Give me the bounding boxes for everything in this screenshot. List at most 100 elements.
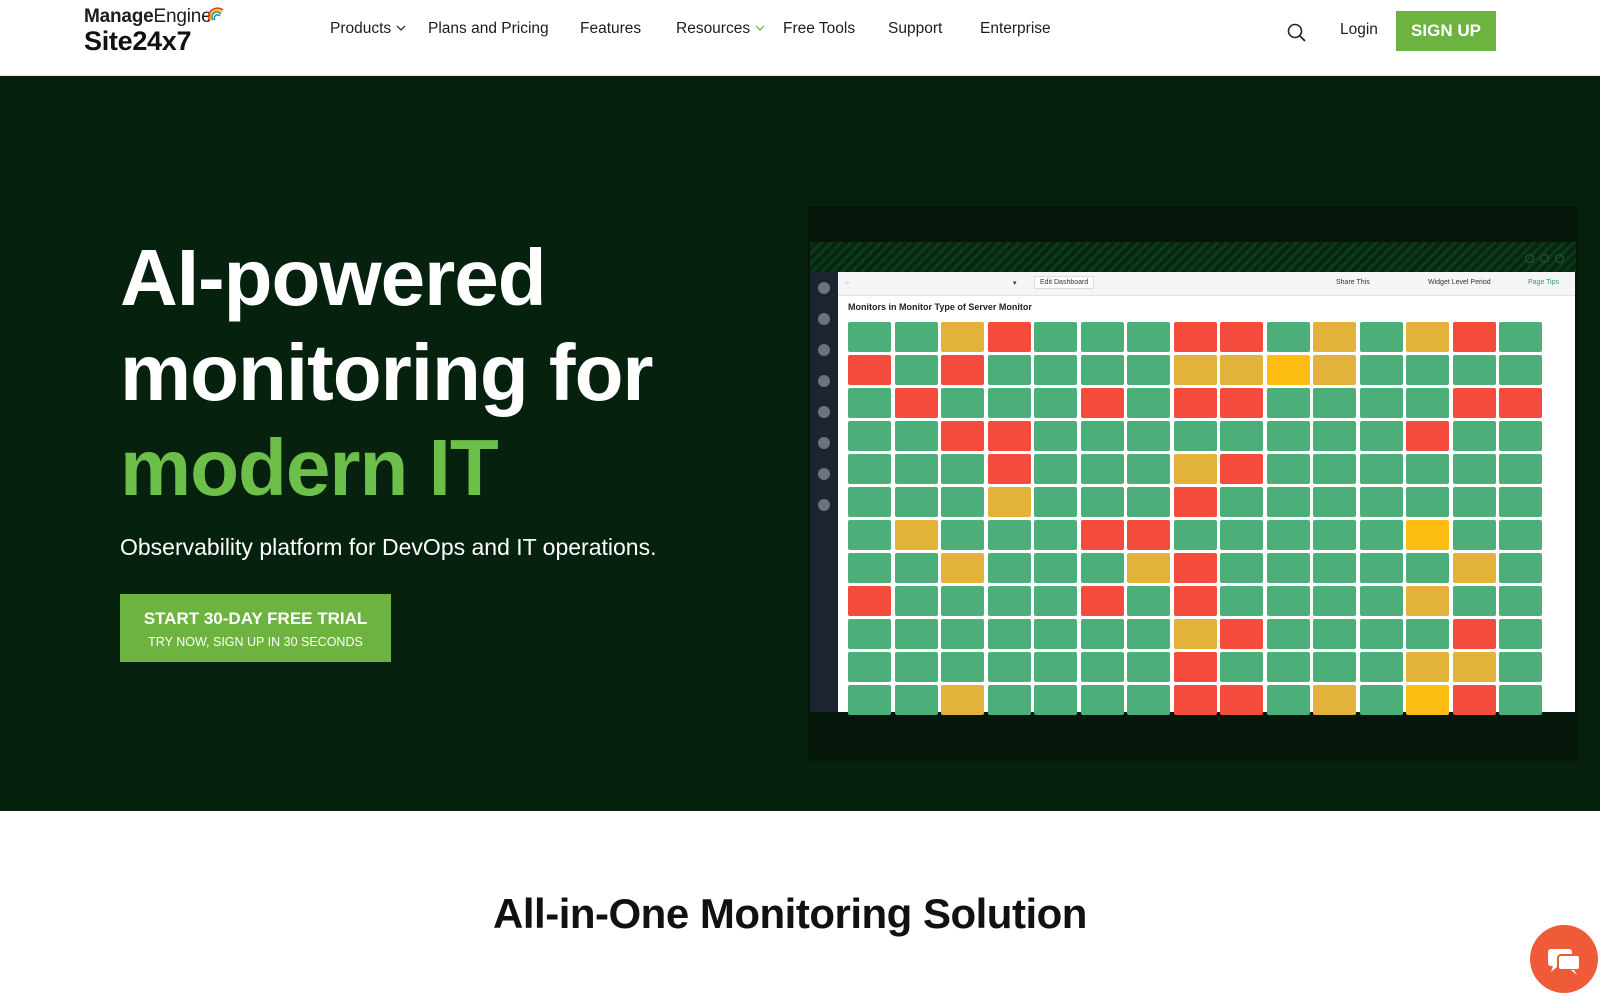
dashboard-toolbar: ← ▾ Edit Dashboard Share This Widget Lev… (838, 272, 1575, 296)
status-cell (1034, 388, 1077, 418)
status-cell (987, 652, 1031, 682)
status-cell (1266, 487, 1310, 517)
chat-button[interactable] (1530, 925, 1598, 993)
nav-free-tools[interactable]: Free Tools (783, 20, 855, 38)
dropdown-caret-icon: ▾ (1013, 280, 1017, 287)
status-cell (1220, 421, 1263, 451)
nav-plans-and-pricing[interactable]: Plans and Pricing (428, 20, 549, 38)
status-cell (1266, 619, 1310, 649)
status-cell (1080, 388, 1124, 418)
status-cell (1173, 421, 1217, 451)
status-cell (1406, 685, 1449, 715)
status-cell (1452, 388, 1496, 418)
status-cell (1313, 553, 1356, 583)
hero-title: AI-powered monitoring for modern IT (120, 233, 654, 512)
status-cell (987, 685, 1031, 715)
status-cell (1034, 421, 1077, 451)
status-cell (1499, 520, 1542, 550)
status-cell (1034, 619, 1077, 649)
nav-resources[interactable]: Resources (676, 20, 765, 38)
status-cell (1220, 388, 1263, 418)
status-cell (941, 454, 984, 484)
status-cell (848, 520, 891, 550)
status-cell (941, 619, 984, 649)
status-cell (1359, 619, 1403, 649)
status-cell (987, 619, 1031, 649)
site24x7-logo[interactable]: ManageEngine Site24x7 (84, 6, 224, 57)
status-cell (1034, 553, 1077, 583)
status-cell (1452, 520, 1496, 550)
share-label: Share This (1336, 279, 1370, 286)
section-title: All-in-One Monitoring Solution (493, 890, 1087, 937)
status-cell (1359, 487, 1403, 517)
widget-title: Monitors in Monitor Type of Server Monit… (848, 302, 1032, 312)
nav-products[interactable]: Products (330, 20, 406, 38)
login-link[interactable]: Login (1340, 21, 1378, 39)
status-cell (894, 388, 938, 418)
status-cell (1499, 487, 1542, 517)
status-cell (1313, 652, 1356, 682)
status-cell (941, 388, 984, 418)
status-cell (1127, 652, 1170, 682)
status-cell (1220, 652, 1263, 682)
status-cell (1452, 421, 1496, 451)
status-cell (1080, 322, 1124, 352)
status-cell (1499, 586, 1542, 616)
status-cell (1499, 619, 1542, 649)
nav-enterprise[interactable]: Enterprise (980, 20, 1051, 38)
status-cell (1080, 553, 1124, 583)
status-cell (1127, 619, 1170, 649)
status-cell (1313, 685, 1356, 715)
status-cell (941, 322, 984, 352)
status-cell (1359, 586, 1403, 616)
status-cell (1452, 652, 1496, 682)
status-cell (1220, 322, 1263, 352)
status-cell (848, 553, 891, 583)
search-icon[interactable] (1286, 22, 1308, 44)
status-cell (1080, 652, 1124, 682)
status-cell (1359, 388, 1403, 418)
site-header: ManageEngine Site24x7 Products Plans and… (0, 0, 1600, 76)
status-cell (1127, 553, 1170, 583)
status-cell (1499, 388, 1542, 418)
signup-button[interactable]: SIGN UP (1396, 11, 1496, 51)
status-cell (1359, 421, 1403, 451)
status-cell (1080, 619, 1124, 649)
edit-dashboard-button: Edit Dashboard (1034, 276, 1095, 289)
status-cell (941, 421, 984, 451)
start-free-trial-button[interactable]: START 30-DAY FREE TRIAL TRY NOW, SIGN UP… (120, 594, 391, 662)
status-cell (1034, 685, 1077, 715)
status-cell (1266, 454, 1310, 484)
status-cell (1452, 454, 1496, 484)
chevron-down-icon (396, 25, 406, 32)
nav-support[interactable]: Support (888, 20, 942, 38)
status-cell (1220, 619, 1263, 649)
status-cell (1127, 685, 1170, 715)
status-cell (1313, 454, 1356, 484)
status-cell (1406, 322, 1449, 352)
status-cell (1127, 454, 1170, 484)
logo-product-name: Site24x7 (84, 26, 192, 56)
status-cell (1452, 586, 1496, 616)
status-cell (1406, 388, 1449, 418)
status-cell (987, 487, 1031, 517)
status-cell (1173, 355, 1217, 385)
status-cell (1313, 586, 1356, 616)
status-cell (1173, 586, 1217, 616)
status-cell (941, 487, 984, 517)
status-cell (1266, 586, 1310, 616)
status-cell (1127, 388, 1170, 418)
status-cell (894, 553, 938, 583)
status-cell (941, 685, 984, 715)
status-cell (1173, 520, 1217, 550)
status-cell (987, 586, 1031, 616)
status-cell (1127, 487, 1170, 517)
status-cell (894, 520, 938, 550)
status-cell (1452, 487, 1496, 517)
nav-features[interactable]: Features (580, 20, 641, 38)
status-cell (987, 520, 1031, 550)
tips-label: Page Tips (1528, 279, 1560, 286)
status-cell (1266, 388, 1310, 418)
status-cell (848, 652, 891, 682)
status-cell (894, 487, 938, 517)
